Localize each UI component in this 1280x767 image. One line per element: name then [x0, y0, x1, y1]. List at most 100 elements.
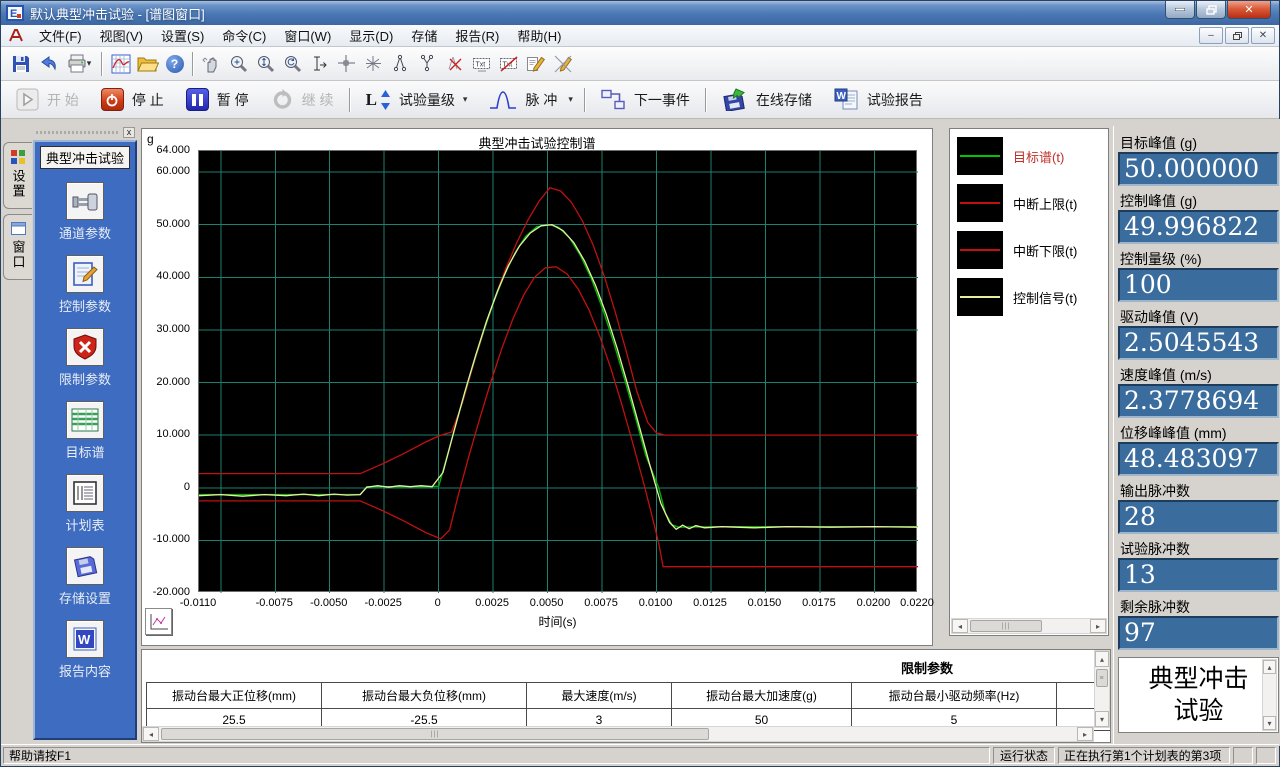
- stop-button[interactable]: 停 止: [90, 84, 175, 116]
- scroll-right-icon[interactable]: ▸: [1090, 619, 1106, 633]
- scroll-up-icon[interactable]: ▴: [1263, 660, 1276, 674]
- y-axis-unit: g: [147, 132, 154, 146]
- mdi-restore-button[interactable]: [1225, 27, 1249, 44]
- menu-window[interactable]: 窗口(W): [275, 25, 340, 46]
- test-level-button[interactable]: L 试验量级▾: [355, 84, 479, 116]
- status-cell: [1256, 747, 1276, 764]
- table-vertical-scrollbar[interactable]: ▴ ≡ ▾: [1094, 650, 1110, 728]
- pause-button[interactable]: 暂 停: [175, 84, 260, 116]
- undo-button[interactable]: [34, 50, 61, 77]
- tab-settings[interactable]: 设置: [3, 142, 32, 209]
- legend-item-label: 控制信号(t): [1013, 288, 1077, 307]
- resume-button[interactable]: 继 续: [260, 84, 345, 116]
- print-button[interactable]: ▾: [61, 50, 97, 77]
- legend-item[interactable]: 控制信号(t): [957, 278, 1108, 316]
- toolbar-separator: [349, 88, 351, 112]
- mdi-close-button[interactable]: ✕: [1251, 27, 1275, 44]
- mini-plot-button[interactable]: [145, 608, 172, 635]
- next-event-button[interactable]: 下一事件: [590, 84, 701, 116]
- test-type-header: 典型冲击试验: [40, 146, 130, 169]
- sidebar-item-channel-params[interactable]: 通道参数: [40, 182, 130, 242]
- cursor-ibeam-button[interactable]: [306, 50, 333, 77]
- series-中断下限(t): [199, 267, 918, 567]
- menu-help[interactable]: 帮助(H): [508, 25, 570, 46]
- field-label: 输出脉冲数: [1120, 481, 1279, 498]
- sidebar-item-control-params[interactable]: 控制参数: [40, 255, 130, 315]
- start-button[interactable]: 开 始: [5, 84, 90, 116]
- test-report-button[interactable]: W 试验报告: [823, 84, 934, 116]
- sidebar-item-target-spectrum[interactable]: 目标谱: [40, 401, 130, 461]
- restore-button[interactable]: [1196, 1, 1226, 19]
- title-bar: E 默认典型冲击试验 - [谱图窗口] ✕: [1, 1, 1279, 25]
- dock-close-icon[interactable]: x: [123, 127, 135, 138]
- mdi-minimize-button[interactable]: –: [1199, 27, 1223, 44]
- window-icon: [11, 222, 26, 235]
- zoom-vertical-button[interactable]: [252, 50, 279, 77]
- chart-plot-area[interactable]: [198, 150, 917, 592]
- sidebar-item-storage-settings[interactable]: 存储设置: [40, 547, 130, 607]
- menu-display[interactable]: 显示(D): [340, 25, 402, 46]
- close-button[interactable]: ✕: [1227, 1, 1271, 19]
- online-store-button[interactable]: 在线存储: [711, 84, 823, 116]
- test-navigation-panel: 典型冲击试验 通道参数 控制参数 限制参数 目标谱: [33, 140, 137, 740]
- pulse-shape-button[interactable]: 脉 冲: [478, 84, 561, 116]
- pan-hand-button[interactable]: [198, 50, 225, 77]
- field-label: 位移峰峰值 (mm): [1120, 423, 1279, 440]
- scroll-left-icon[interactable]: ◂: [143, 727, 159, 741]
- help-button[interactable]: ?: [161, 50, 188, 77]
- crosshair-cursor-button[interactable]: [333, 50, 360, 77]
- menu-command[interactable]: 命令(C): [213, 25, 275, 46]
- document-menu-icon: [8, 28, 25, 43]
- caliper-open-button[interactable]: [387, 50, 414, 77]
- print-dropdown-icon[interactable]: ▾: [87, 58, 92, 69]
- sidebar-item-schedule[interactable]: 计划表: [40, 474, 130, 534]
- dock-grip[interactable]: x: [33, 126, 137, 138]
- minimize-button[interactable]: [1165, 1, 1195, 19]
- delete-cursor-button[interactable]: [441, 50, 468, 77]
- pulse-dropdown-button[interactable]: ▾: [561, 84, 580, 116]
- scroll-thumb[interactable]: |||: [161, 728, 709, 740]
- x-tick-label: -0.0025: [365, 597, 402, 609]
- legend-horizontal-scrollbar[interactable]: ◂ ||| ▸: [951, 618, 1107, 634]
- sidebar-item-report-content[interactable]: W 报告内容: [40, 620, 130, 680]
- toolbar-separator: [101, 52, 103, 76]
- open-folder-button[interactable]: [134, 50, 161, 77]
- zoom-reset-button[interactable]: [279, 50, 306, 77]
- delete-notes-button[interactable]: [549, 50, 576, 77]
- scroll-down-icon[interactable]: ▾: [1263, 716, 1276, 730]
- y-tick-label: 30.000: [156, 323, 190, 335]
- storage-settings-icon: [66, 547, 104, 585]
- zoom-in-button[interactable]: [225, 50, 252, 77]
- tab-window[interactable]: 窗口: [3, 214, 32, 280]
- text-annotation-button[interactable]: Txt: [468, 50, 495, 77]
- scroll-down-icon[interactable]: ▾: [1095, 711, 1109, 727]
- pulse-icon: [489, 90, 517, 110]
- legend-item[interactable]: 目标谱(t): [957, 137, 1108, 175]
- menu-view[interactable]: 视图(V): [91, 25, 152, 46]
- scroll-thumb[interactable]: |||: [970, 620, 1042, 632]
- menu-settings[interactable]: 设置(S): [152, 25, 213, 46]
- scroll-thumb[interactable]: ≡: [1096, 669, 1108, 687]
- spectrum-window-button[interactable]: [107, 50, 134, 77]
- menu-file[interactable]: 文件(F): [30, 25, 91, 46]
- save-button[interactable]: [7, 50, 34, 77]
- stop-icon: [101, 88, 124, 111]
- legend-item[interactable]: 中断上限(t): [957, 184, 1108, 222]
- test-name-scrollbar[interactable]: ▴ ▾: [1262, 659, 1277, 731]
- edit-notes-button[interactable]: [522, 50, 549, 77]
- legend-item[interactable]: 中断下限(t): [957, 231, 1108, 269]
- menu-report[interactable]: 报告(R): [446, 25, 508, 46]
- scroll-up-icon[interactable]: ▴: [1095, 651, 1109, 667]
- caliper-closed-button[interactable]: [414, 50, 441, 77]
- drag-handle[interactable]: [36, 131, 120, 134]
- sidebar-item-limit-params[interactable]: 限制参数: [40, 328, 130, 388]
- scroll-right-icon[interactable]: ▸: [1077, 727, 1093, 741]
- legend-line: [960, 249, 1000, 251]
- table-horizontal-scrollbar[interactable]: ◂ ||| ▸: [142, 726, 1094, 742]
- x-tick-label: 0.0125: [693, 597, 727, 609]
- star-cursor-button[interactable]: [360, 50, 387, 77]
- menu-storage[interactable]: 存储: [402, 25, 446, 46]
- delete-text-annotation-button[interactable]: Txt: [495, 50, 522, 77]
- scroll-left-icon[interactable]: ◂: [952, 619, 968, 633]
- legend-panel: 目标谱(t) 中断上限(t) 中断下限(t) 控制信号(t) ◂ ||| ▸: [949, 128, 1109, 636]
